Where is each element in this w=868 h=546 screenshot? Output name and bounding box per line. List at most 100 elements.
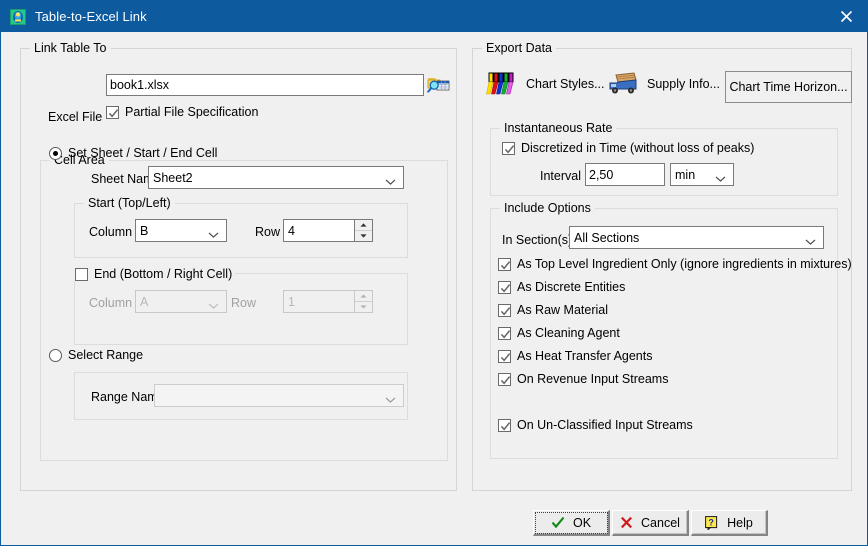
checkbox-top-level-ingredient[interactable]: As Top Level Ingredient Only (ignore ing… (498, 257, 852, 271)
checkbox-revenue-input-streams-box (498, 372, 511, 386)
checkbox-discrete-entities[interactable]: As Discrete Entities (498, 280, 625, 294)
end-cell-checkbox[interactable]: End (Bottom / Right Cell) (72, 267, 236, 281)
help-question-icon: ? (705, 515, 719, 530)
chevron-down-icon (208, 227, 219, 238)
checkbox-unclassified-input-streams[interactable]: On Un-Classified Input Streams (498, 418, 693, 432)
interval-label: Interval (540, 169, 581, 183)
chart-styles-icon (486, 70, 518, 98)
checkbox-unclassified-input-streams-box (498, 418, 511, 432)
radio-select-range-label: Select Range (68, 348, 144, 362)
in-sections-label: In Section(s) (502, 233, 573, 247)
interval-input[interactable]: 2,50 (585, 163, 665, 186)
title-bar: Table-to-Excel Link (1, 1, 867, 32)
checkbox-heat-transfer-agents-box (498, 349, 511, 363)
radio-set-sheet-label: Set Sheet / Start / End Cell (68, 146, 218, 160)
end-row-increment (355, 291, 372, 302)
ok-button[interactable]: OK (533, 510, 610, 536)
excel-file-value: book1.xlsx (110, 78, 170, 92)
dialog-body: Link Table To Excel File book1.xlsx Part… (2, 32, 867, 545)
interval-unit-combo[interactable]: min (670, 163, 734, 186)
instantaneous-rate-title: Instantaneous Rate (500, 121, 617, 135)
radio-set-sheet-start-end[interactable]: Set Sheet / Start / End Cell (49, 146, 217, 160)
start-cell-title: Start (Top/Left) (84, 196, 175, 210)
in-sections-value: All Sections (574, 230, 640, 245)
radio-select-range-indicator (49, 348, 62, 362)
chevron-down-icon (715, 171, 726, 182)
end-cell-check-box (75, 267, 88, 281)
chart-time-horizon-button[interactable]: Chart Time Horizon... (725, 71, 852, 103)
sheet-name-combo[interactable]: Sheet2 (148, 166, 404, 189)
checkbox-revenue-input-streams-label: On Revenue Input Streams (517, 372, 669, 386)
start-row-value: 4 (288, 223, 295, 238)
partial-file-specification-check-box (106, 105, 119, 119)
chevron-down-icon (385, 392, 396, 403)
end-row-value: 1 (288, 294, 295, 309)
link-table-to-title: Link Table To (30, 41, 111, 55)
end-column-label: Column (89, 296, 133, 310)
chart-styles-button[interactable]: Chart Styles... (486, 70, 605, 98)
checkbox-cleaning-agent[interactable]: As Cleaning Agent (498, 326, 620, 340)
end-row-decrement (355, 302, 372, 312)
export-data-title: Export Data (482, 41, 557, 55)
close-button[interactable] (823, 1, 867, 32)
range-name-combo[interactable] (154, 384, 404, 407)
start-row-decrement[interactable] (355, 231, 372, 241)
start-row-label: Row (255, 225, 281, 239)
start-row-spin-buttons (354, 220, 372, 241)
checkbox-heat-transfer-agents-label: As Heat Transfer Agents (517, 349, 653, 363)
checkbox-unclassified-input-streams-label: On Un-Classified Input Streams (517, 418, 693, 432)
chevron-down-icon (208, 298, 219, 309)
end-row-stepper: 1 (283, 290, 373, 313)
partial-file-specification-label: Partial File Specification (125, 105, 259, 119)
checkbox-revenue-input-streams[interactable]: On Revenue Input Streams (498, 372, 668, 386)
ok-label: OK (572, 515, 592, 530)
include-options-title: Include Options (500, 201, 595, 215)
cancel-button[interactable]: Cancel (612, 510, 689, 536)
window-title: Table-to-Excel Link (35, 9, 147, 24)
checkbox-raw-material-label: As Raw Material (517, 303, 608, 317)
chevron-down-icon (805, 234, 816, 245)
end-cell-label: End (Bottom / Right Cell) (94, 267, 233, 281)
supply-info-button[interactable]: Supply Info... (607, 70, 720, 98)
start-row-increment[interactable] (355, 220, 372, 231)
in-sections-combo[interactable]: All Sections (569, 226, 824, 249)
excel-file-input[interactable]: book1.xlsx (106, 74, 424, 96)
red-x-icon (620, 516, 633, 529)
end-row-label: Row (231, 296, 257, 310)
sheet-name-value: Sheet2 (153, 170, 193, 185)
checkbox-cleaning-agent-label: As Cleaning Agent (517, 326, 620, 340)
checkbox-discrete-entities-label: As Discrete Entities (517, 280, 626, 294)
radio-set-sheet-indicator (49, 146, 62, 160)
browse-excel-icon[interactable] (426, 74, 450, 96)
start-row-stepper[interactable]: 4 (283, 219, 373, 242)
discretized-in-time-check-box (502, 141, 515, 155)
app-icon (10, 8, 26, 25)
checkbox-discrete-entities-box (498, 280, 511, 294)
help-button[interactable]: ? Help (691, 510, 768, 536)
interval-unit-value: min (675, 167, 696, 182)
discretized-in-time-checkbox[interactable]: Discretized in Time (without loss of pea… (502, 141, 754, 155)
svg-text:?: ? (708, 517, 714, 527)
checkbox-top-level-ingredient-box (498, 257, 511, 271)
checkbox-raw-material[interactable]: As Raw Material (498, 303, 608, 317)
green-check-icon (551, 516, 565, 529)
excel-file-label: Excel File (48, 110, 103, 124)
chart-styles-label: Chart Styles... (526, 77, 605, 91)
cancel-label: Cancel (641, 515, 680, 530)
start-column-value: B (140, 223, 149, 238)
end-column-value: A (140, 294, 149, 309)
interval-value: 2,50 (589, 167, 614, 182)
supply-info-label: Supply Info... (647, 77, 720, 91)
checkbox-heat-transfer-agents[interactable]: As Heat Transfer Agents (498, 349, 653, 363)
supply-truck-icon (607, 70, 639, 98)
help-label: Help (727, 515, 753, 530)
radio-select-range[interactable]: Select Range (49, 348, 143, 362)
discretized-in-time-label: Discretized in Time (without loss of pea… (521, 141, 755, 155)
checkbox-cleaning-agent-box (498, 326, 511, 340)
checkbox-top-level-ingredient-label: As Top Level Ingredient Only (ignore ing… (517, 257, 852, 271)
end-column-combo: A (135, 290, 227, 313)
partial-file-specification-checkbox[interactable]: Partial File Specification (106, 105, 258, 119)
start-column-combo[interactable]: B (135, 219, 227, 242)
start-column-label: Column (89, 225, 133, 239)
checkbox-raw-material-box (498, 303, 511, 317)
